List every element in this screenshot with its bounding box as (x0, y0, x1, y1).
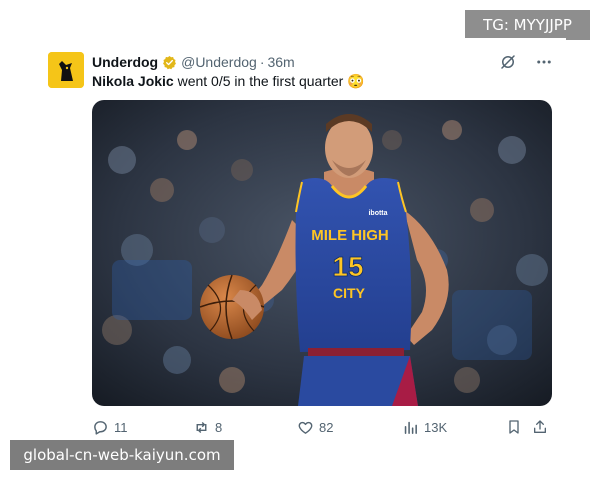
like-count: 82 (319, 419, 334, 435)
reply-icon (94, 420, 107, 435)
tweet-text-player: Nikola Jokic (92, 73, 174, 89)
tweet-text-body: went 0/5 in the first quarter 😳 (173, 73, 365, 89)
jersey-number: 15 (332, 251, 363, 282)
reply-count: 11 (114, 419, 128, 435)
repost-icon (196, 421, 207, 433)
heart-icon (298, 421, 313, 434)
tweet-action-bar: 11 8 82 13K (92, 416, 554, 438)
bookmark-icon (509, 420, 519, 434)
bookmark-button[interactable] (506, 416, 522, 438)
tweet-media-image[interactable]: MILE HIGH 15 CITY ibotta (92, 100, 552, 406)
tweet-header: Underdog @Underdog · 36m (92, 52, 295, 72)
tweet-timestamp[interactable]: 36m (267, 54, 294, 70)
separator-dot: · (259, 54, 265, 70)
analytics-icon (404, 421, 417, 434)
repost-button[interactable]: 8 (193, 416, 222, 438)
share-button[interactable] (532, 416, 548, 438)
jersey-sponsor: ibotta (368, 210, 387, 217)
like-button[interactable]: 82 (297, 416, 333, 438)
repost-count: 8 (215, 419, 223, 435)
tweet-top-actions (498, 52, 554, 72)
tweet-text: Nikola Jokic went 0/5 in the first quart… (92, 72, 365, 90)
basketball-player-photo: MILE HIGH 15 CITY ibotta (92, 100, 552, 406)
avatar[interactable] (48, 52, 84, 88)
jersey-text-bottom: CITY (333, 285, 366, 301)
jersey-text-top: MILE HIGH (311, 227, 389, 244)
tg-badge: TG: MYYJJPP (465, 10, 590, 40)
share-icon (534, 420, 546, 433)
author-name[interactable]: Underdog (92, 54, 158, 70)
author-handle[interactable]: @Underdog (181, 54, 257, 70)
dog-logo-icon (48, 52, 84, 88)
tweet-card[interactable]: Underdog @Underdog · 36m Nikola Jokic we… (38, 38, 566, 448)
verified-badge-icon (162, 55, 177, 70)
views-button[interactable]: 13K (402, 416, 447, 438)
site-watermark: global-cn-web-kaiyun.com (10, 440, 234, 470)
reply-button[interactable]: 11 (92, 416, 128, 438)
more-options-icon[interactable] (534, 52, 554, 72)
view-count: 13K (424, 419, 448, 435)
grok-icon[interactable] (498, 52, 518, 72)
